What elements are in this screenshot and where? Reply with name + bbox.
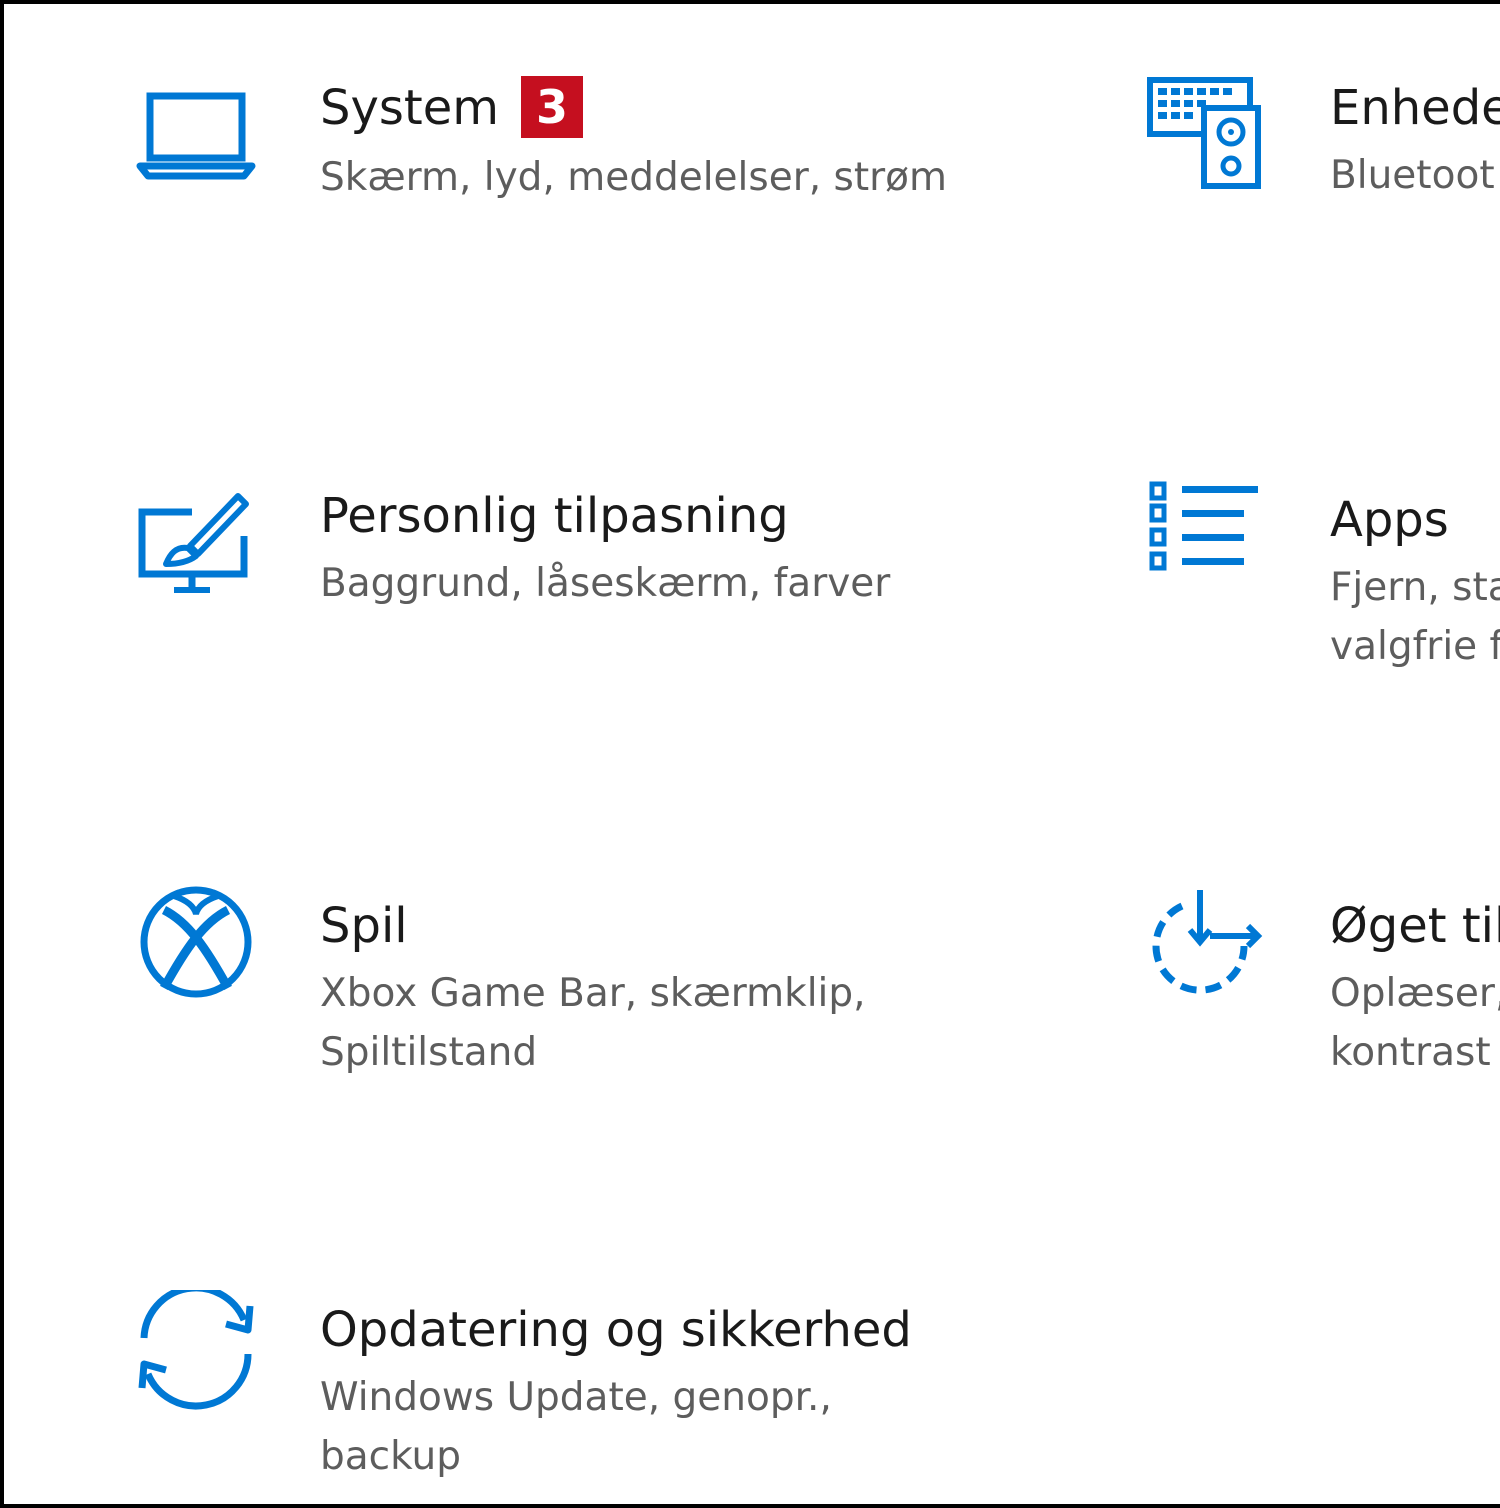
tile-description: Bluetoot xyxy=(1330,153,1495,198)
tile-title: Enhede xyxy=(1330,80,1500,136)
tile-description: Oplæser, kontrast xyxy=(1330,971,1500,1075)
ease-of-access-icon xyxy=(1146,884,1266,1004)
tile-description: Xbox Game Bar, skærmklip, Spiltilstand xyxy=(320,971,866,1075)
settings-home-panel: System 3 Skærm, lyd, meddelelser, strøm xyxy=(0,0,1500,1508)
apps-list-icon xyxy=(1146,480,1266,600)
monitor-paintbrush-icon xyxy=(136,488,256,608)
sync-arrows-icon xyxy=(136,1290,256,1410)
tile-description: Baggrund, låseskærm, farver xyxy=(320,561,891,606)
tile-description: Windows Update, genopr., backup xyxy=(320,1375,832,1479)
keyboard-speaker-icon xyxy=(1146,74,1266,194)
tile-title: Øget til xyxy=(1330,898,1500,954)
tile-title: Opdatering og sikkerhed xyxy=(320,1302,912,1358)
tile-description: Fjern, sta valgfrie f xyxy=(1330,565,1500,669)
tile-title: Spil xyxy=(320,898,408,954)
xbox-icon xyxy=(136,884,256,1004)
notification-badge: 3 xyxy=(521,76,583,138)
tile-title: Apps xyxy=(1330,492,1449,548)
tile-title: System xyxy=(320,80,499,136)
tile-title: Personlig tilpasning xyxy=(320,488,789,544)
laptop-icon xyxy=(136,80,256,200)
tile-description: Skærm, lyd, meddelelser, strøm xyxy=(320,155,948,200)
